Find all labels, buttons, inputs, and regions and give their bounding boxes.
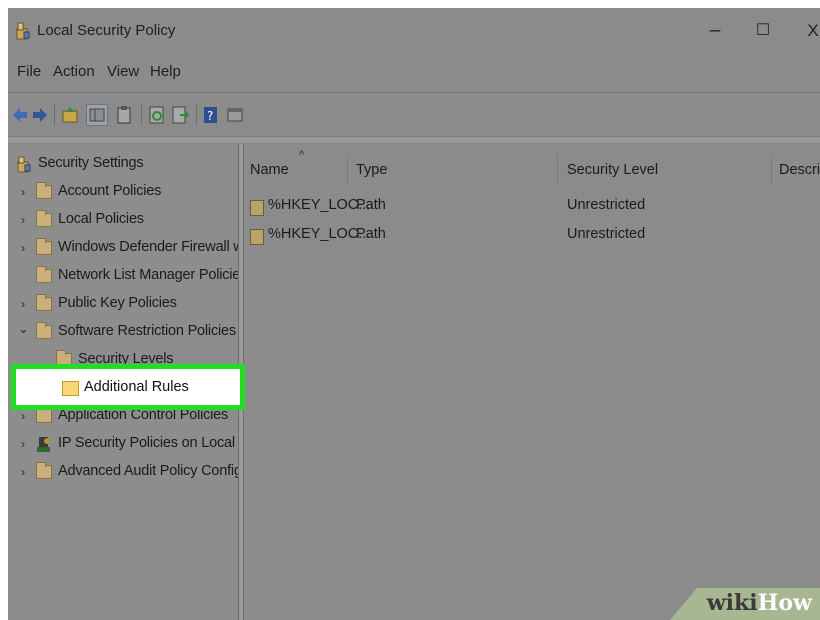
menu-view[interactable]: View — [107, 63, 139, 80]
menu-separator — [8, 92, 820, 93]
cell-name: %HKEY_LOC... — [268, 197, 371, 213]
back-arrow-icon[interactable] — [12, 104, 28, 126]
maximize-button[interactable]: ☐ — [746, 18, 780, 44]
tree-item-label: Additional Rules — [84, 379, 189, 395]
path-rule-icon — [250, 229, 264, 245]
sort-ascending-icon: ^ — [299, 149, 305, 161]
chevron-down-icon[interactable]: ⌄ — [18, 321, 29, 337]
tree-item-label: IP Security Policies on Local Cor — [58, 435, 238, 451]
path-rule-icon — [250, 200, 264, 216]
tree-item-public-key-policies[interactable]: › Public Key Policies — [11, 292, 238, 318]
folder-open-icon — [62, 381, 79, 396]
cell-type: Path — [356, 226, 386, 242]
folder-icon — [36, 238, 52, 255]
chevron-right-icon[interactable]: › — [18, 437, 28, 451]
export-list-icon[interactable] — [171, 104, 190, 126]
minimize-button[interactable]: – — [698, 18, 732, 44]
tree-item-label: Network List Manager Policies — [58, 267, 238, 283]
window-title: Local Security Policy — [37, 22, 176, 39]
tree-item-advanced-audit-policy[interactable]: › Advanced Audit Policy Configu — [11, 460, 238, 486]
security-policy-icon — [15, 22, 30, 40]
folder-icon — [36, 182, 52, 199]
folder-icon — [36, 406, 52, 423]
chevron-right-icon[interactable]: › — [18, 465, 28, 479]
chevron-right-icon[interactable]: › — [18, 297, 28, 311]
local-security-policy-window: Local Security Policy – ☐ X File Action … — [8, 8, 820, 620]
menu-file[interactable]: File — [17, 63, 41, 80]
chevron-right-icon[interactable]: › — [18, 409, 28, 423]
tree-item-label: Windows Defender Firewall with — [58, 239, 238, 255]
tree-item-ip-security-policies[interactable]: › IP Security Policies on Local Cor — [11, 432, 238, 458]
refresh-icon[interactable] — [148, 104, 166, 126]
chevron-right-icon[interactable]: › — [18, 185, 28, 199]
column-header-name[interactable]: Name — [250, 162, 289, 178]
tree-item-label: Account Policies — [58, 183, 162, 199]
cell-name: %HKEY_LOC... — [268, 226, 371, 242]
tree-item-label: Advanced Audit Policy Configu — [58, 463, 238, 479]
tree-item-software-restriction-policies[interactable]: ⌄ Software Restriction Policies — [11, 320, 238, 346]
toolbar-separator — [141, 104, 142, 126]
security-settings-icon — [16, 156, 31, 173]
column-separator[interactable] — [557, 154, 558, 184]
title-bar: Local Security Policy – ☐ X — [8, 8, 820, 58]
cell-security-level: Unrestricted — [567, 226, 646, 242]
tree-root[interactable]: Security Settings — [11, 152, 238, 178]
toolbar-separator — [196, 104, 197, 126]
watermark-logo: wikiHow — [706, 590, 812, 616]
selected-tree-item-additional-rules[interactable]: Additional Rules — [11, 364, 245, 410]
properties-icon[interactable] — [226, 104, 244, 126]
toolbar: ? — [8, 96, 820, 136]
clipboard-icon[interactable] — [115, 104, 133, 126]
details-list: Name ^ Type Security Level Descrip %HKEY… — [244, 144, 820, 620]
forward-arrow-icon[interactable] — [32, 104, 48, 126]
column-header-security-level[interactable]: Security Level — [567, 162, 658, 178]
tree-item-account-policies[interactable]: › Account Policies — [11, 180, 238, 206]
folder-icon — [36, 294, 52, 311]
close-button[interactable]: X — [796, 18, 820, 44]
up-folder-icon[interactable] — [61, 104, 79, 126]
column-separator[interactable] — [771, 154, 772, 184]
cell-security-level: Unrestricted — [567, 197, 646, 213]
column-header-type[interactable]: Type — [356, 162, 387, 178]
svg-text:?: ? — [207, 109, 213, 123]
folder-icon — [36, 266, 52, 283]
tree-item-label: Public Key Policies — [58, 295, 177, 311]
pane-top-border — [8, 136, 820, 143]
column-header-description[interactable]: Descrip — [779, 162, 820, 178]
tree-item-network-list-manager[interactable]: Network List Manager Policies — [11, 264, 238, 290]
tree-item-local-policies[interactable]: › Local Policies — [11, 208, 238, 234]
folder-icon — [36, 210, 52, 227]
menu-action[interactable]: Action — [53, 63, 95, 80]
chevron-right-icon[interactable]: › — [18, 241, 28, 255]
help-icon[interactable]: ? — [203, 104, 219, 126]
column-separator[interactable] — [347, 154, 348, 184]
tree-item-windows-defender-firewall[interactable]: › Windows Defender Firewall with — [11, 236, 238, 262]
folder-icon — [36, 462, 52, 479]
chevron-right-icon[interactable]: › — [18, 213, 28, 227]
show-hide-tree-icon[interactable] — [86, 104, 108, 126]
tree-item-label: Software Restriction Policies — [58, 323, 236, 339]
cell-type: Path — [356, 197, 386, 213]
toolbar-separator — [54, 104, 55, 126]
tree-item-label: Local Policies — [58, 211, 144, 227]
tree-item-label: Security Settings — [38, 155, 144, 171]
menu-bar: File Action View Help — [8, 61, 820, 85]
network-security-icon — [36, 435, 52, 453]
folder-icon — [36, 322, 52, 339]
menu-help[interactable]: Help — [150, 63, 181, 80]
